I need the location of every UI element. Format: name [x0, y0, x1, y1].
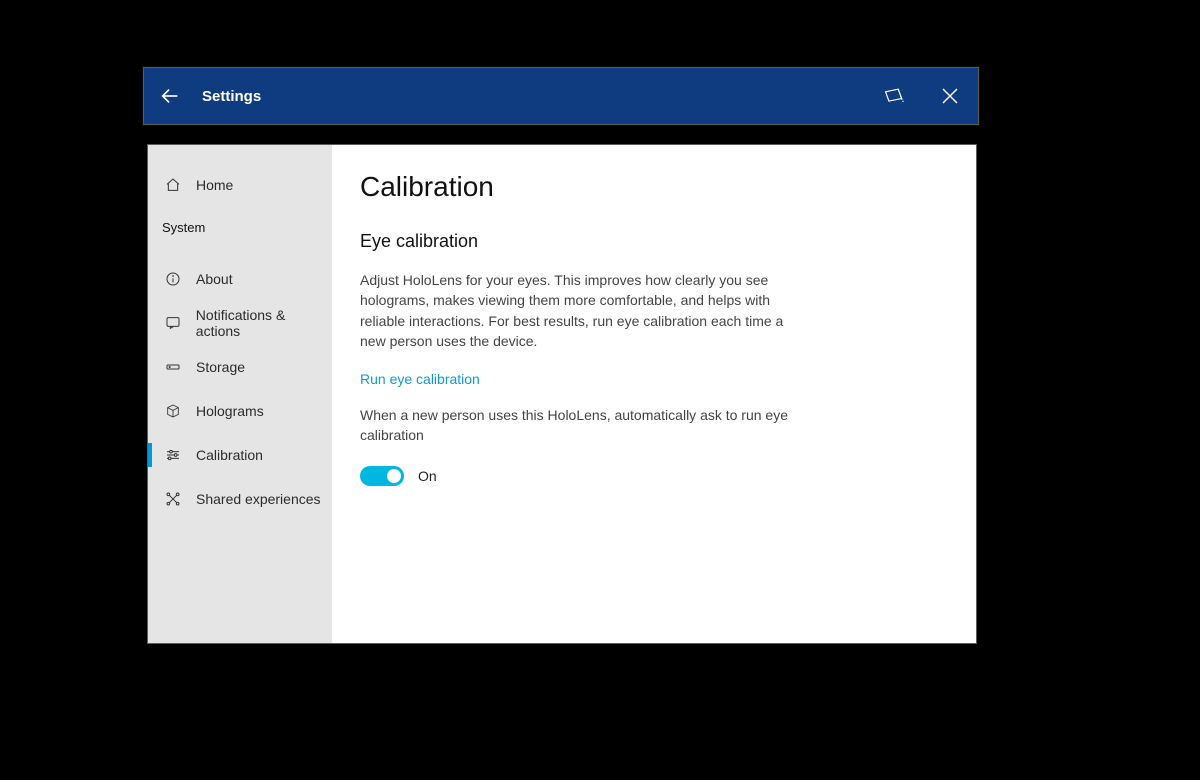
page-heading: Calibration — [360, 171, 940, 203]
follow-me-button[interactable] — [866, 68, 922, 124]
storage-icon — [164, 358, 182, 376]
sidebar-item-label: Calibration — [196, 447, 263, 463]
auto-calibration-toggle-row: On — [360, 466, 940, 486]
close-button[interactable] — [922, 68, 978, 124]
holograms-icon — [164, 402, 182, 420]
sidebar-item-label: Home — [196, 177, 233, 193]
window-title: Settings — [202, 88, 261, 105]
title-bar: Settings — [143, 67, 979, 125]
sidebar-item-notifications[interactable]: Notifications & actions — [148, 301, 332, 345]
close-icon — [941, 87, 959, 105]
sidebar-item-storage[interactable]: Storage — [148, 345, 332, 389]
info-icon — [164, 270, 182, 288]
sidebar-category-system[interactable]: System — [148, 207, 332, 247]
content-area: Calibration Eye calibration Adjust HoloL… — [332, 145, 976, 643]
toggle-state-label: On — [418, 468, 437, 484]
sidebar: Home System About Notifications & action… — [148, 145, 332, 643]
section-description: Adjust HoloLens for your eyes. This impr… — [360, 270, 790, 351]
sidebar-item-label: Holograms — [196, 403, 264, 419]
calibration-icon — [164, 446, 182, 464]
shared-experiences-icon — [164, 490, 182, 508]
auto-calibration-toggle[interactable] — [360, 466, 404, 486]
run-eye-calibration-link[interactable]: Run eye calibration — [360, 371, 480, 387]
sidebar-item-label: System — [162, 220, 205, 235]
sidebar-item-holograms[interactable]: Holograms — [148, 389, 332, 433]
toggle-description: When a new person uses this HoloLens, au… — [360, 405, 790, 446]
settings-window: Home System About Notifications & action… — [147, 144, 977, 644]
sidebar-item-label: Notifications & actions — [196, 307, 332, 339]
sidebar-item-shared-experiences[interactable]: Shared experiences — [148, 477, 332, 521]
back-arrow-icon — [159, 85, 181, 107]
sidebar-item-label: Storage — [196, 359, 245, 375]
sidebar-item-home[interactable]: Home — [148, 163, 332, 207]
back-button[interactable] — [144, 68, 196, 124]
home-icon — [164, 176, 182, 194]
sidebar-item-calibration[interactable]: Calibration — [148, 433, 332, 477]
sidebar-item-label: About — [196, 271, 233, 287]
sidebar-item-label: Shared experiences — [196, 491, 321, 507]
follow-me-icon — [883, 86, 905, 106]
notifications-icon — [164, 314, 182, 332]
sidebar-item-about[interactable]: About — [148, 257, 332, 301]
section-heading: Eye calibration — [360, 231, 940, 252]
